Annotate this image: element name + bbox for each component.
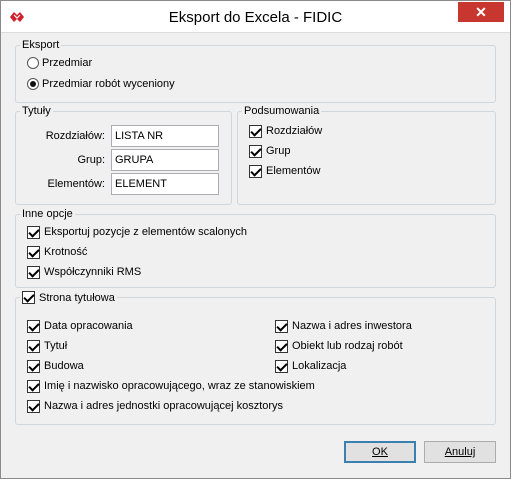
- checkbox-box[interactable]: [275, 359, 288, 373]
- checkbox-label: Nazwa i adres inwestora: [292, 320, 412, 332]
- checkbox-label: Współczynniki RMS: [44, 266, 142, 278]
- grup-title-input[interactable]: GRUPA: [111, 149, 219, 171]
- strona-tytulowa-label: Strona tytułowa: [39, 291, 115, 304]
- checkbox-box[interactable]: [27, 245, 40, 259]
- radio-przedmiar[interactable]: Przedmiar: [27, 55, 92, 71]
- checkbox-label: Krotność: [44, 246, 88, 258]
- inne-opcje-legend: Inne opcje: [22, 208, 73, 220]
- checkbox-box[interactable]: [249, 164, 262, 178]
- checkbox-box[interactable]: [275, 319, 288, 333]
- cancel-button[interactable]: Anuluj: [424, 441, 496, 463]
- checkbox-podsum-rozdzialow[interactable]: Rozdziałów: [249, 123, 322, 139]
- strona-tytulowa-legend[interactable]: Strona tytułowa: [20, 291, 117, 304]
- checkbox-label: Rozdziałów: [266, 125, 323, 137]
- tytuly-legend: Tytuły: [22, 105, 51, 117]
- checkbox-box[interactable]: [27, 225, 40, 239]
- checkbox-label: Budowa: [44, 360, 84, 372]
- checkbox-label: Elementów: [266, 165, 321, 177]
- checkbox-box[interactable]: [27, 319, 40, 333]
- grup-field-label: Grup:: [77, 154, 105, 166]
- checkbox-krotnosc[interactable]: Krotność: [27, 244, 87, 260]
- checkbox-box[interactable]: [275, 339, 288, 353]
- rozdzialow-field-label: Rozdziałów:: [45, 130, 105, 142]
- podsumowania-legend: Podsumowania: [244, 105, 320, 117]
- checkbox-box[interactable]: [249, 124, 262, 138]
- eksport-legend: Eksport: [22, 39, 60, 51]
- ok-button[interactable]: OK: [344, 441, 416, 463]
- radio-przedmiar-label: Przedmiar: [42, 57, 93, 69]
- checkbox-label: Lokalizacja: [292, 360, 347, 372]
- checkbox-wspolczynniki-rms[interactable]: Współczynniki RMS: [27, 264, 141, 280]
- radio-przedmiar-wyceniony[interactable]: Przedmiar robót wyceniony: [27, 76, 175, 92]
- checkbox-data-opracowania[interactable]: Data opracowania: [27, 318, 133, 334]
- checkbox-strona-tytulowa[interactable]: [22, 291, 35, 304]
- checkbox-label: Grup: [266, 145, 291, 157]
- radio-przedmiar-wyceniony-label: Przedmiar robót wyceniony: [42, 78, 175, 90]
- checkbox-budowa[interactable]: Budowa: [27, 358, 84, 374]
- checkbox-nazwa-adres-jednostki[interactable]: Nazwa i adres jednostki opracowującej ko…: [27, 398, 283, 414]
- checkbox-box[interactable]: [27, 399, 40, 413]
- checkbox-box[interactable]: [27, 359, 40, 373]
- checkbox-box[interactable]: [249, 144, 262, 158]
- checkbox-podsum-grup[interactable]: Grup: [249, 143, 290, 159]
- checkbox-eksportuj-scalone[interactable]: Eksportuj pozycje z elementów scalonych: [27, 224, 247, 240]
- radio-circle[interactable]: [27, 57, 39, 69]
- checkbox-lokalizacja[interactable]: Lokalizacja: [275, 358, 346, 374]
- checkbox-box[interactable]: [27, 379, 40, 393]
- checkbox-nazwa-adres-inwestora[interactable]: Nazwa i adres inwestora: [275, 318, 412, 334]
- elementow-field-label: Elementów:: [47, 178, 105, 190]
- checkbox-label: Eksportuj pozycje z elementów scalonych: [44, 226, 247, 238]
- checkbox-label: Obiekt lub rodzaj robót: [292, 340, 403, 352]
- checkbox-label: Nazwa i adres jednostki opracowującej ko…: [44, 400, 284, 412]
- checkbox-label: Data opracowania: [44, 320, 133, 332]
- checkbox-tytul[interactable]: Tytuł: [27, 338, 67, 354]
- eksport-group: Eksport: [15, 39, 496, 103]
- checkbox-label: Tytuł: [44, 340, 68, 352]
- window-title: Eksport do Excela - FIDIC: [168, 9, 343, 26]
- elementow-title-input[interactable]: ELEMENT: [111, 173, 219, 195]
- export-dialog: Eksport do Excela - FIDIC ✕ Eksport Prze…: [0, 0, 511, 479]
- title-bar: Eksport do Excela - FIDIC ✕: [1, 1, 510, 33]
- checkbox-podsum-elementow[interactable]: Elementów: [249, 163, 320, 179]
- close-button[interactable]: ✕: [458, 2, 504, 22]
- checkbox-box[interactable]: [27, 265, 40, 279]
- checkbox-obiekt-rodzaj-robot[interactable]: Obiekt lub rodzaj robót: [275, 338, 403, 354]
- rozdzialow-title-input[interactable]: LISTA NR: [111, 125, 219, 147]
- radio-circle-selected[interactable]: [27, 78, 39, 90]
- checkbox-imie-nazwisko[interactable]: Imię i nazwisko opracowującego, wraz ze …: [27, 378, 315, 394]
- checkbox-box[interactable]: [27, 339, 40, 353]
- checkbox-label: Imię i nazwisko opracowującego, wraz ze …: [44, 380, 315, 392]
